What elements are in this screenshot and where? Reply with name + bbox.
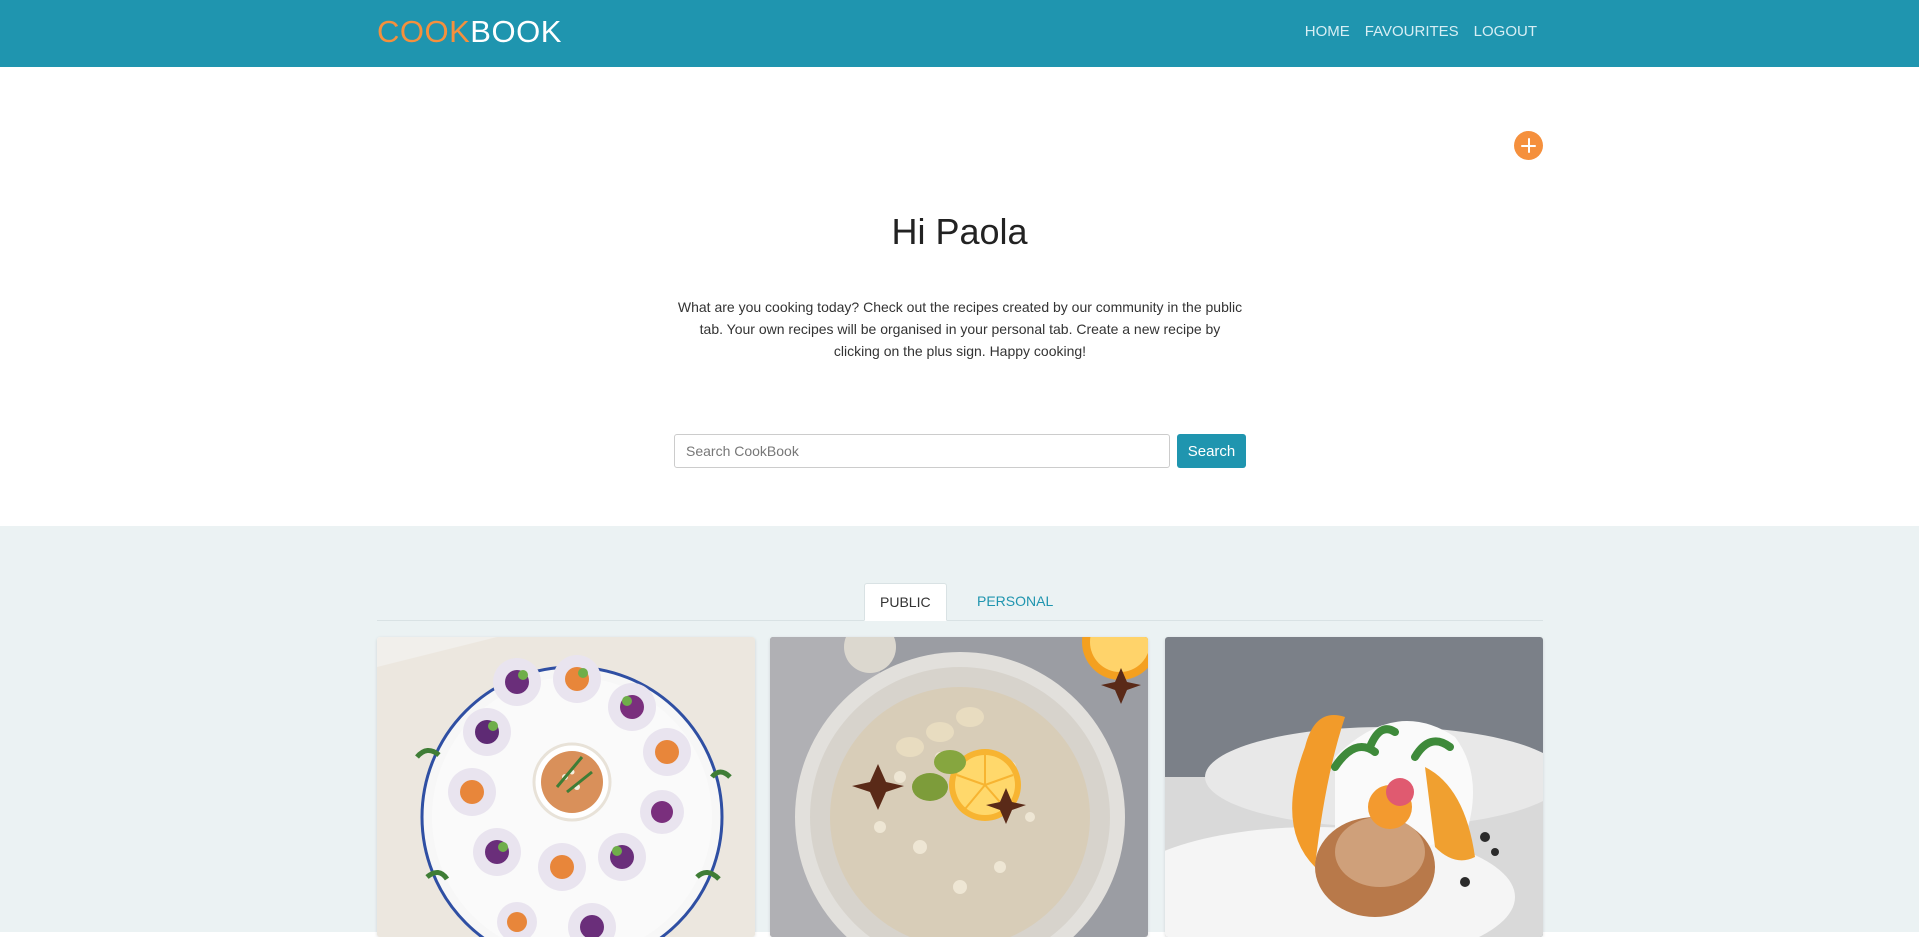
navbar: COOKBOOK HOME FAVOURITES LOGOUT [0, 0, 1919, 67]
recipe-image-spring-rolls [377, 637, 755, 937]
search-button[interactable]: Search [1177, 434, 1246, 468]
tab-personal[interactable]: PERSONAL [962, 583, 1068, 621]
add-recipe-button[interactable] [1514, 131, 1543, 160]
nav-logout-link[interactable]: LOGOUT [1474, 23, 1537, 41]
search-form: Search [674, 434, 1246, 468]
recipe-tabs: PUBLIC PERSONAL [377, 583, 1543, 621]
recipe-image-salmon [1165, 637, 1543, 937]
brand-logo-part2: BOOK [470, 14, 562, 49]
page-greeting: Hi Paola [891, 211, 1028, 252]
recipe-card[interactable] [377, 637, 755, 937]
brand-logo-part1: COOK [377, 14, 471, 49]
nav-home-link[interactable]: HOME [1305, 23, 1350, 41]
intro-text: What are you cooking today? Check out th… [677, 299, 1243, 359]
nav-favourites-link[interactable]: FAVOURITES [1365, 23, 1459, 41]
brand-logo[interactable]: COOKBOOK [377, 12, 562, 52]
recipes-section: PUBLIC PERSONAL [0, 526, 1919, 937]
recipe-image-porridge [770, 637, 1148, 937]
recipe-card[interactable] [1165, 637, 1543, 937]
search-input[interactable] [674, 434, 1170, 468]
recipe-card[interactable] [770, 637, 1148, 937]
nav-links: HOME FAVOURITES LOGOUT [1290, 23, 1537, 41]
tab-public[interactable]: PUBLIC [864, 583, 947, 621]
